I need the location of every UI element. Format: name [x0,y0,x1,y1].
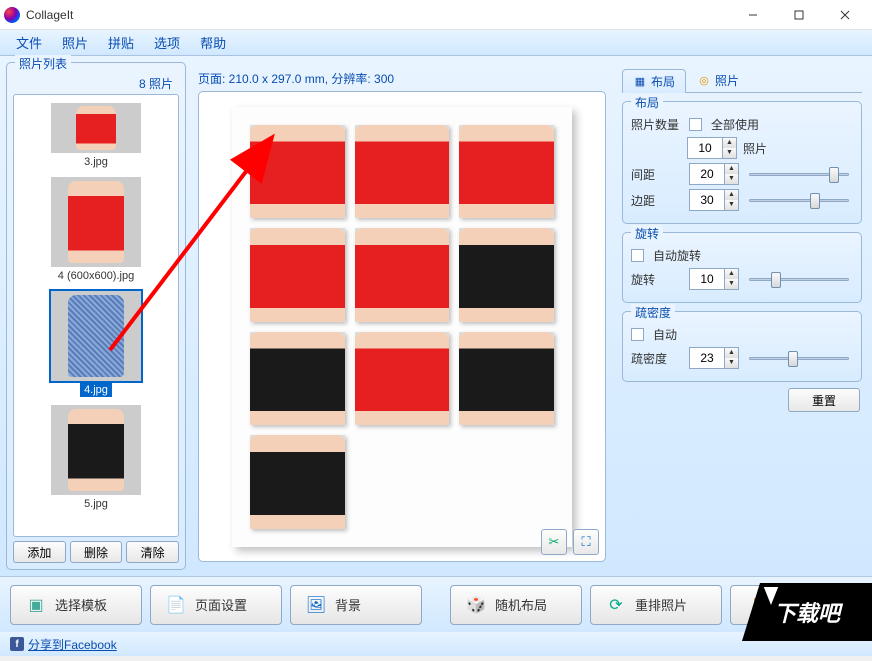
list-item[interactable]: 3.jpg [18,99,174,173]
sparse-stepper[interactable]: ▲▼ [689,347,739,369]
thumb-label: 3.jpg [80,155,112,169]
page-setup-button[interactable]: 📄页面设置 [150,585,282,625]
photo-list-title: 照片列表 [15,55,71,72]
rotate-stepper[interactable]: ▲▼ [689,268,739,290]
clear-button[interactable]: 清除 [126,541,179,563]
menu-options[interactable]: 选项 [144,31,190,54]
app-title: CollageIt [26,8,730,22]
photos-suffix: 照片 [743,140,767,157]
menu-help[interactable]: 帮助 [190,31,236,54]
app-icon [4,7,20,23]
layout-icon: ▦ [633,75,647,89]
sparse-slider[interactable] [745,349,853,367]
use-all-label: 全部使用 [711,116,759,133]
margin-lbl: 边距 [631,192,683,209]
collage-item[interactable] [250,332,345,426]
tab-photo[interactable]: ◎照片 [686,68,750,92]
refresh-icon: ⟳ [605,594,627,616]
watermark: 下载吧 [742,583,872,641]
share-link[interactable]: 分享到Facebook [28,636,117,653]
spacing-stepper[interactable]: ▲▼ [689,163,739,185]
collage-item[interactable] [355,228,450,322]
thumbnail-list[interactable]: 3.jpg 4 (600x600).jpg 4.jpg 5.jpg [13,94,179,537]
photo-count-label: 8 照片 [13,73,179,94]
menu-photo[interactable]: 照片 [52,31,98,54]
collage-item[interactable] [250,228,345,322]
dice-icon: 🎲 [465,594,487,616]
collage-item[interactable] [355,332,450,426]
canvas-wrapper: ✂ ⛶ [198,91,606,562]
delete-button[interactable]: 删除 [70,541,123,563]
rotate-lbl: 旋转 [631,271,683,288]
collage-item[interactable] [459,228,554,322]
photo-count-lbl: 照片数量 [631,116,683,133]
add-button[interactable]: 添加 [13,541,66,563]
group-title: 旋转 [631,225,663,242]
choose-template-button[interactable]: ▣选择模板 [10,585,142,625]
collage-item[interactable] [250,125,345,219]
canvas-panel: 页面: 210.0 x 297.0 mm, 分辨率: 300 ✂ ⛶ [190,62,614,570]
rotate-group: 旋转 自动旋转 旋转 ▲▼ [622,232,862,303]
background-button[interactable]: 🖼背景 [290,585,422,625]
maximize-button[interactable] [776,0,822,30]
chevron-up-icon[interactable]: ▲ [723,138,736,148]
photo-icon: ◎ [697,74,711,88]
auto-sparse-label: 自动 [653,326,677,343]
group-title: 疏密度 [631,304,675,321]
bottom-toolbar: ▣选择模板 📄页面设置 🖼背景 🎲随机布局 ⟳重排照片 ⬇输出 [0,576,872,632]
thumb-label: 4.jpg [80,383,112,397]
page-setup-icon: 📄 [165,594,187,616]
template-icon: ▣ [25,594,47,616]
photo-list-panel: 照片列表 8 照片 3.jpg 4 (600x600).jpg 4.jpg 5.… [6,62,186,570]
settings-panel: ▦布局 ◎照片 布局 照片数量 全部使用 ▲▼ 照片 间距 ▲▼ 边距 ▲▼ [618,62,866,570]
chevron-down-icon[interactable]: ▼ [723,148,736,158]
collage-item[interactable] [250,435,345,529]
collage-canvas[interactable] [232,107,572,547]
collage-item[interactable] [459,125,554,219]
margin-stepper[interactable]: ▲▼ [689,189,739,211]
list-item[interactable]: 4.jpg [18,287,174,401]
layout-group: 布局 照片数量 全部使用 ▲▼ 照片 间距 ▲▼ 边距 ▲▼ [622,101,862,224]
menu-collage[interactable]: 拼贴 [98,31,144,54]
thumb-label: 4 (600x600).jpg [54,269,138,283]
sparse-group: 疏密度 自动 疏密度 ▲▼ [622,311,862,382]
collage-item[interactable] [459,332,554,426]
photo-count-stepper[interactable]: ▲▼ [687,137,737,159]
minimize-button[interactable] [730,0,776,30]
close-button[interactable] [822,0,868,30]
titlebar: CollageIt [0,0,872,30]
fit-tool-button[interactable]: ⛶ [573,529,599,555]
list-item[interactable]: 4 (600x600).jpg [18,173,174,287]
sparse-lbl: 疏密度 [631,350,683,367]
menu-file[interactable]: 文件 [6,31,52,54]
use-all-checkbox[interactable] [689,118,702,131]
margin-slider[interactable] [745,191,853,209]
auto-rotate-checkbox[interactable] [631,249,644,262]
facebook-icon: f [10,637,24,651]
share-bar: f 分享到Facebook [0,632,872,656]
settings-tabs: ▦布局 ◎照片 [622,68,862,93]
thumb-label: 5.jpg [80,497,112,511]
list-item[interactable]: 5.jpg [18,401,174,515]
menubar: 文件 照片 拼贴 选项 帮助 [0,30,872,56]
background-icon: 🖼 [305,594,327,616]
spacing-slider[interactable] [745,165,853,183]
rotate-slider[interactable] [745,270,853,288]
spacing-lbl: 间距 [631,166,683,183]
auto-rotate-label: 自动旋转 [653,247,701,264]
tab-layout[interactable]: ▦布局 [622,69,686,93]
crop-tool-button[interactable]: ✂ [541,529,567,555]
page-info: 页面: 210.0 x 297.0 mm, 分辨率: 300 [198,70,606,91]
auto-sparse-checkbox[interactable] [631,328,644,341]
reset-button[interactable]: 重置 [788,388,860,412]
rearrange-button[interactable]: ⟳重排照片 [590,585,722,625]
collage-item[interactable] [355,125,450,219]
group-title: 布局 [631,94,663,111]
random-layout-button[interactable]: 🎲随机布局 [450,585,582,625]
